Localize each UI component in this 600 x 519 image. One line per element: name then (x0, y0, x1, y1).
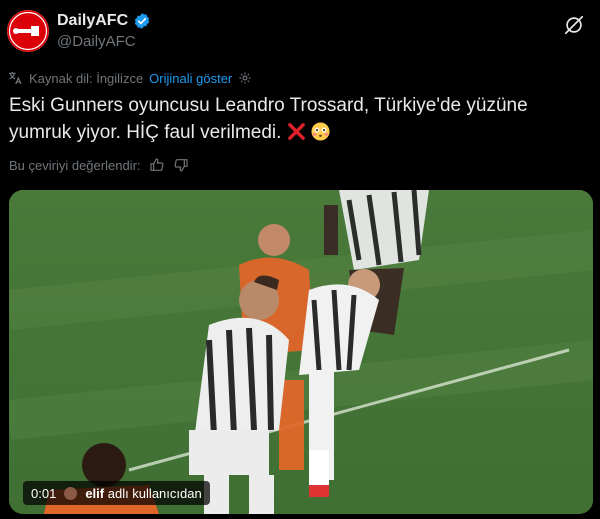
video-player[interactable]: 0:01 elif adlı kullanıcıdan (9, 190, 593, 514)
gear-icon[interactable] (238, 71, 252, 85)
handle[interactable]: @DailyAFC (57, 33, 136, 50)
tagged-user-name[interactable]: elif (85, 486, 104, 501)
tweet-text: Eski Gunners oyuncusu Leandro Trossard, … (9, 92, 589, 146)
thumbs-up-icon[interactable] (149, 157, 165, 173)
flushed-face-icon (311, 122, 330, 141)
video-frame (9, 190, 593, 514)
video-timestamp-badge: 0:01 elif adlı kullanıcıdan (23, 481, 210, 505)
tweet-header: DailyAFC @DailyAFC (7, 8, 593, 56)
translation-bar: Kaynak dil: İngilizce Orijinali göster (7, 70, 252, 86)
grok-icon[interactable] (563, 14, 585, 36)
verified-badge-icon (135, 13, 150, 29)
cross-mark-icon (287, 123, 305, 140)
rate-translation-label: Bu çeviriyi değerlendir: (9, 157, 141, 173)
tagged-user-avatar (64, 486, 78, 500)
tagged-user-suffix: adlı kullanıcıdan (107, 485, 202, 501)
source-language-label: Kaynak dil: İngilizce (29, 70, 144, 86)
display-name[interactable]: DailyAFC (57, 12, 128, 30)
dailyafc-logo-icon (7, 10, 49, 52)
tweet-body: Eski Gunners oyuncusu Leandro Trossard, … (9, 95, 528, 143)
name-line: DailyAFC (57, 12, 151, 30)
rate-translation-bar: Bu çeviriyi değerlendir: (9, 157, 189, 173)
thumbs-down-icon[interactable] (173, 157, 189, 173)
show-original-link[interactable]: Orijinali göster (149, 71, 232, 86)
translate-icon (9, 72, 22, 85)
video-timestamp: 0:01 (31, 485, 57, 501)
avatar[interactable] (7, 10, 49, 52)
